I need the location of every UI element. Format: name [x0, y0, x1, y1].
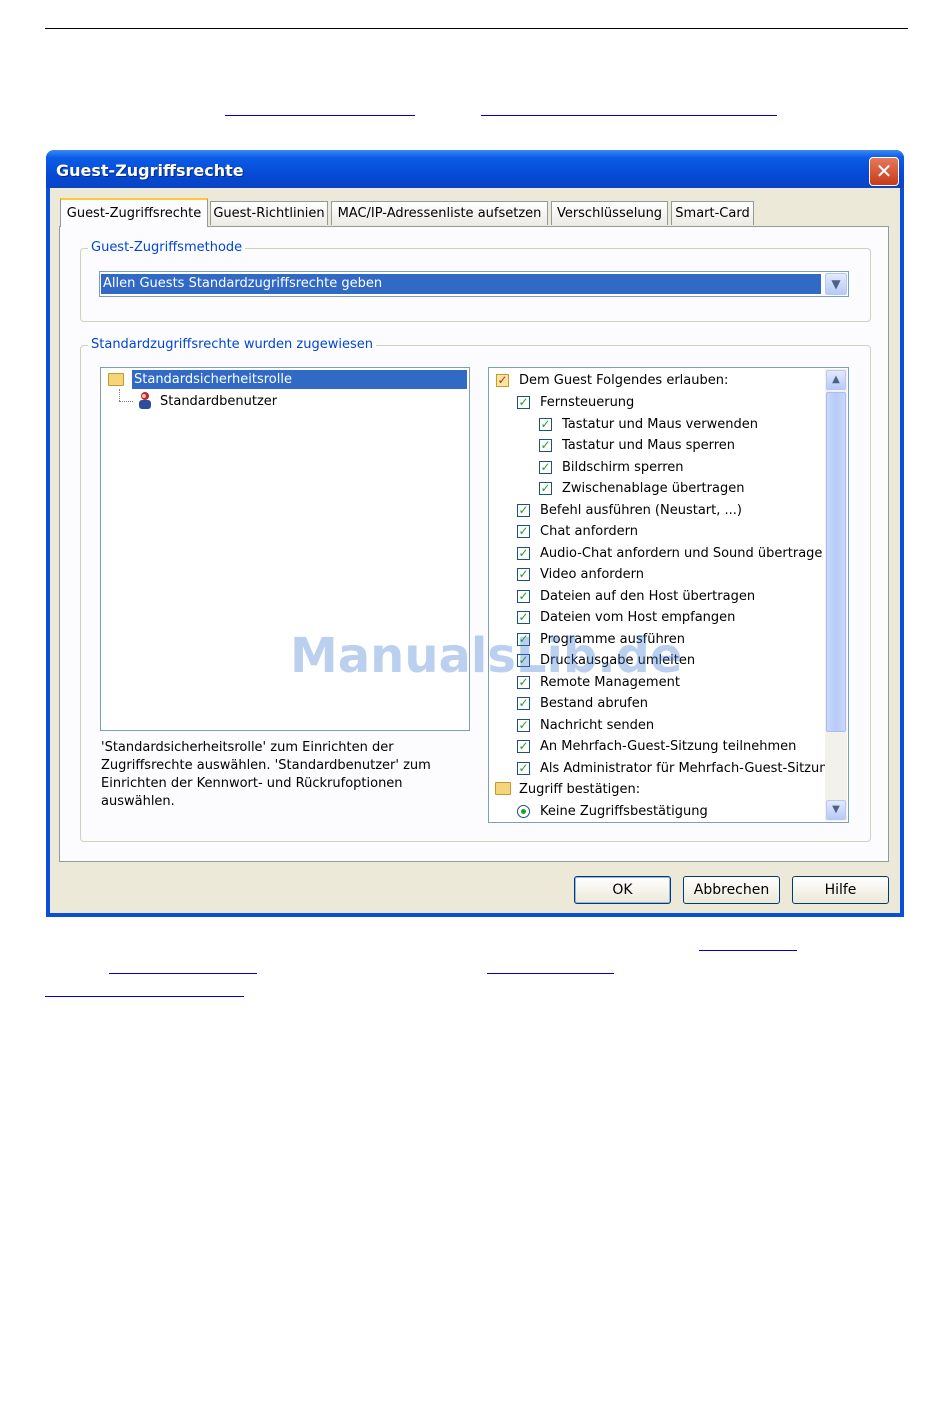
tree-item-user[interactable]: Standardbenutzer [160, 392, 277, 411]
permission-label[interactable]: Audio-Chat anfordern und Sound übertrage [540, 544, 822, 563]
permission-label[interactable]: Befehl ausführen (Neustart, ...) [540, 501, 742, 520]
permission-checkbox[interactable]: ✓ [517, 396, 530, 409]
permission-checkbox[interactable]: ✓ [517, 525, 530, 538]
permission-checkbox[interactable]: ✓ [539, 439, 552, 452]
permission-label[interactable]: Chat anfordern [540, 522, 638, 541]
folder-icon [108, 373, 124, 386]
permission-label[interactable]: Zwischenablage übertragen [562, 479, 744, 498]
cancel-button[interactable]: Abbrechen [683, 876, 780, 904]
permission-label[interactable]: Dateien auf den Host übertragen [540, 587, 755, 606]
permissions-header: Dem Guest Folgendes erlauben: [519, 373, 729, 388]
link-underline[interactable] [225, 115, 415, 116]
arrow-up-icon: ▲ [832, 374, 840, 385]
permission-checkbox[interactable]: ✓ [517, 718, 530, 732]
permissions-header-icon: ✓ [496, 373, 509, 387]
permission-label[interactable]: An Mehrfach-Guest-Sitzung teilnehmen [540, 737, 796, 756]
permission-checkbox[interactable]: ✓ [539, 482, 552, 495]
tree-connector [119, 389, 121, 401]
tab-guest-richtlinien[interactable]: Guest-Richtlinien [210, 201, 328, 225]
top-rule [45, 28, 908, 29]
confirm-radio[interactable] [517, 805, 530, 818]
permission-checkbox[interactable]: ✓ [539, 417, 552, 431]
tab-mac-ip-adressenliste[interactable]: MAC/IP-Adressenliste aufsetzen [331, 201, 548, 225]
permission-label[interactable]: Tastatur und Maus sperren [562, 436, 735, 455]
window-title: Guest-Zugriffsrechte [56, 161, 244, 180]
link-underline[interactable] [109, 973, 257, 974]
tree-item-role[interactable]: Standardsicherheitsrolle [132, 370, 467, 389]
tree-description: 'Standardsicherheitsrolle' zum Einrichte… [101, 740, 431, 809]
confirm-header: Zugriff bestätigen: [519, 782, 641, 797]
scroll-down-button[interactable]: ▼ [826, 800, 846, 820]
user-icon [136, 391, 154, 410]
permission-checkbox[interactable]: ✓ [517, 503, 530, 517]
arrow-down-icon: ▼ [832, 804, 840, 815]
permission-label[interactable]: Als Administrator für Mehrfach-Guest-Sit… [540, 759, 828, 778]
link-underline[interactable] [699, 950, 797, 951]
confirm-folder-icon [495, 782, 511, 795]
link-underline[interactable] [45, 996, 244, 997]
permission-label[interactable]: Video anfordern [540, 565, 644, 584]
permission-checkbox[interactable]: ✓ [517, 611, 530, 624]
close-button[interactable]: ✕ [869, 157, 899, 186]
scroll-thumb[interactable] [826, 392, 846, 732]
help-button[interactable]: Hilfe [792, 876, 889, 904]
permission-label[interactable]: Nachricht senden [540, 716, 654, 735]
permission-label[interactable]: Tastatur und Maus verwenden [562, 415, 758, 434]
tree-connector [119, 401, 133, 403]
scroll-up-button[interactable]: ▲ [826, 370, 846, 390]
access-method-selected-value[interactable]: Allen Guests Standardzugriffsrechte gebe… [101, 274, 821, 294]
permission-label[interactable]: Bildschirm sperren [562, 458, 684, 477]
permission-checkbox[interactable]: ✓ [539, 460, 552, 474]
confirm-option-label[interactable]: Keine Zugriffsbestätigung [540, 802, 708, 821]
tab-guest-zugriffsrechte[interactable]: Guest-Zugriffsrechte [60, 198, 208, 227]
permission-checkbox[interactable]: ✓ [517, 546, 530, 560]
tab-verschluesselung[interactable]: Verschlüsselung [551, 201, 668, 225]
watermark-logo: ManualsLib.de [290, 628, 683, 684]
permission-checkbox[interactable]: ✓ [517, 568, 530, 581]
permission-checkbox[interactable]: ✓ [517, 697, 530, 710]
permission-checkbox[interactable]: ✓ [517, 740, 530, 753]
link-underline[interactable] [481, 115, 777, 116]
permission-label[interactable]: Dateien vom Host empfangen [540, 608, 735, 627]
assigned-rights-group-label: Standardzugriffsrechte wurden zugewiesen [88, 337, 376, 352]
tab-smart-card[interactable]: Smart-Card [671, 201, 754, 225]
chevron-down-icon: ▼ [831, 277, 841, 291]
dropdown-button[interactable]: ▼ [825, 273, 847, 295]
permission-label[interactable]: Bestand abrufen [540, 694, 648, 713]
permission-checkbox[interactable]: ✓ [517, 589, 530, 603]
link-underline[interactable] [487, 973, 614, 974]
access-method-group-label: Guest-Zugriffsmethode [88, 240, 246, 255]
close-icon: ✕ [875, 159, 893, 183]
permission-label[interactable]: Fernsteuerung [540, 393, 634, 412]
ok-button[interactable]: OK [574, 876, 671, 904]
permission-checkbox[interactable]: ✓ [517, 761, 530, 775]
